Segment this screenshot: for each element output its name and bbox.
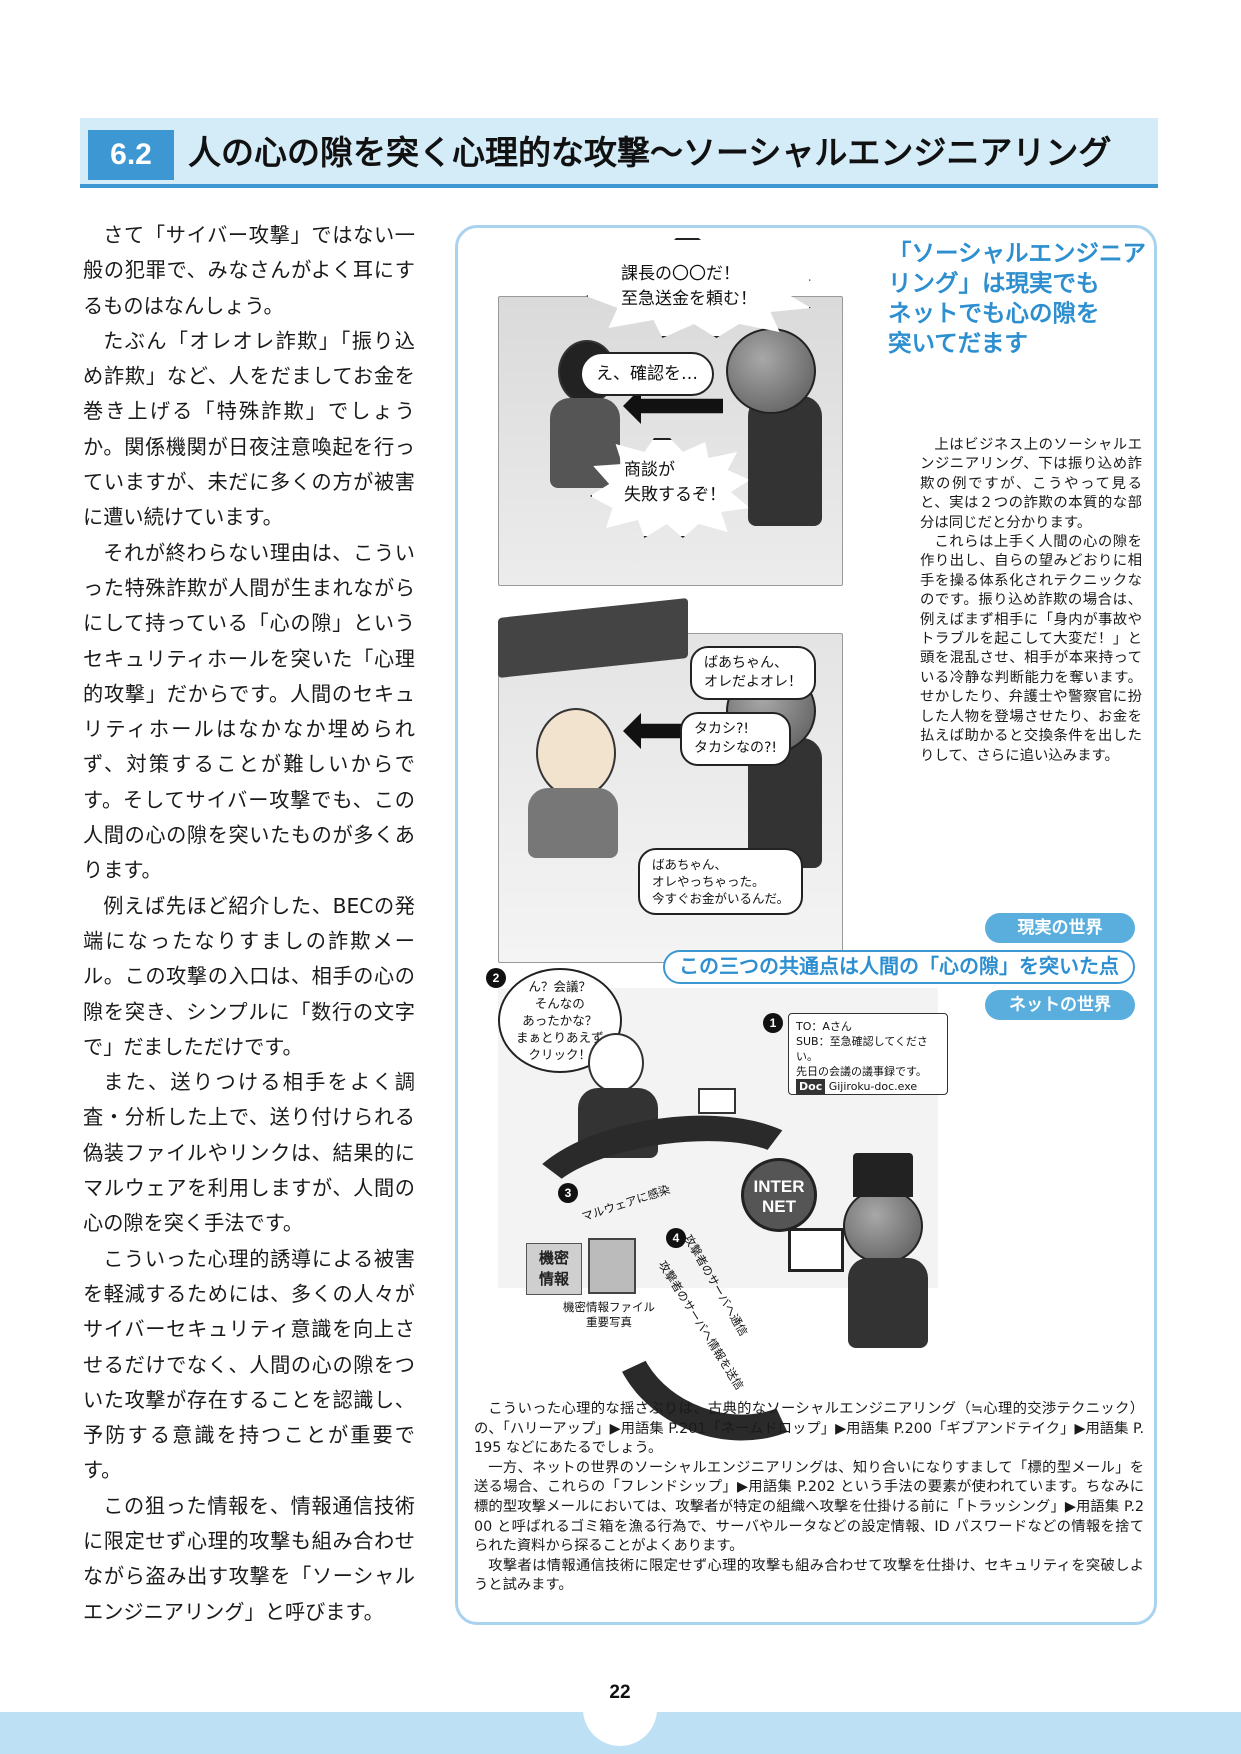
paragraph: 攻撃者は情報通信技術に限定せず心理的攻撃も組み合わせて攻撃を仕掛け、セキュリティ…	[474, 1557, 1144, 1594]
step-number: 2	[486, 968, 506, 988]
email-preview: TO：Aさん SUB：至急確認してください。 先日の会議の議事録です。 Doc …	[788, 1013, 948, 1095]
speech-bubble: え、確認を…	[580, 352, 714, 396]
speech-bubble: タカシ?! タカシなの?!	[680, 712, 792, 766]
email-icon	[698, 1088, 736, 1114]
confidential-info-label: 機密 情報	[526, 1243, 582, 1295]
employee-illustration	[588, 1033, 644, 1093]
file-caption: 機密情報ファイル 重要写真	[563, 1300, 655, 1329]
paragraph: それが終わらない理由は、こういった特殊詐欺が人間が生まれながらにして持っている「…	[83, 540, 415, 883]
side-explanation-text: 上はビジネス上のソーシャルエンジニアリング、下は振り込め詐欺の例ですが、こうやっ…	[920, 436, 1142, 766]
common-point-banner: この三つの共通点は人間の「心の隙」を突いた点	[663, 950, 1135, 984]
bottom-explanation-text: こういった心理的な揺さぶりは、古典的なソーシャルエンジニアリング（≒心理的交渉テ…	[474, 1400, 1144, 1596]
callout-heading: 「ソーシャルエンジニア リング」は現実でも ネットでも心の隙を 突いてだます	[888, 239, 1147, 357]
paragraph: また、送りつける相手をよく調査・分析した上で、送り付けられる偽装ファイルやリンク…	[83, 1070, 415, 1236]
photo-file-icon	[588, 1238, 636, 1294]
speech-bubble: ばあちゃん、 オレだよオレ！	[690, 646, 816, 700]
document-icon: Doc	[796, 1079, 826, 1094]
fraudster-suit	[748, 396, 822, 526]
speech-bubble: ばあちゃん、 オレやっちゃった。 今すぐお金がいるんだ。	[638, 848, 804, 915]
net-world-label: ネットの世界	[985, 990, 1135, 1020]
section-title: 人の心の隙を突く心理的な攻撃〜ソーシャルエンジニアリング	[188, 133, 1112, 172]
attacker-pumpkin-icon	[843, 1188, 923, 1264]
paragraph: さて「サイバー攻撃」ではない一般の犯罪で、みなさんがよく耳にするものはなんしょう…	[83, 223, 415, 318]
paragraph: こういった心理的誘導による被害を軽減するためには、多くの人々がサイバーセキュリテ…	[83, 1246, 415, 1483]
main-text-column: さて「サイバー攻撃」ではない一般の犯罪で、みなさんがよく耳にするものはなんしょう…	[83, 218, 415, 1630]
attachment-filename: Gijiroku-doc.exe	[828, 1080, 918, 1093]
page-number: 22	[609, 1682, 631, 1703]
grandmother-body	[528, 788, 618, 858]
grandmother-illustration	[536, 708, 616, 798]
step-number: 1	[763, 1013, 783, 1033]
attachment-row: Doc Gijiroku-doc.exe	[796, 1079, 940, 1094]
section-number: 6.2	[88, 130, 174, 180]
paragraph: この狙った情報を、情報通信技術に限定せず心理的攻撃も組み合わせながら盗み出す攻撃…	[83, 1493, 415, 1624]
step-number: 3	[558, 1183, 578, 1203]
paragraph: 一方、ネットの世界のソーシャルエンジニアリングは、知り合いになりすまして「標的型…	[474, 1459, 1144, 1555]
pumpkin-fraudster-icon	[726, 328, 816, 414]
paragraph: 上はビジネス上のソーシャルエンジニアリング、下は振り込め詐欺の例ですが、こうやっ…	[920, 437, 1142, 531]
top-hat-icon	[853, 1153, 913, 1197]
paragraph: 例えば先ほど紹介した、BECの発端になったなりすましの詐欺メール。この攻撃の入口…	[83, 893, 415, 1059]
illustration-panel: 課長の〇〇だ！ 至急送金を頼む！ え、確認を… 商談が 失敗するぞ！ 「ソーシャ…	[455, 225, 1157, 1625]
paragraph: たぶん「オレオレ詐欺」「振り込め詐欺」など、人をだましてお金を巻き上げる「特殊詐…	[83, 328, 415, 530]
attacker-monitor-icon	[788, 1228, 844, 1272]
attacker-body	[848, 1258, 928, 1348]
section-header: 6.2 人の心の隙を突く心理的な攻撃〜ソーシャルエンジニアリング	[80, 118, 1158, 188]
burst-text: 課長の〇〇だ！ 至急送金を頼む！	[621, 264, 757, 309]
real-world-label: 現実の世界	[985, 913, 1135, 943]
internet-globe-icon: INTER NET	[741, 1158, 817, 1232]
paragraph: こういった心理的な揺さぶりは、古典的なソーシャルエンジニアリング（≒心理的交渉テ…	[474, 1401, 1144, 1457]
burst-text: 商談が 失敗するぞ！	[624, 460, 726, 505]
paragraph: これらは上手く人間の心の隙を作り出し、自らの望みどおりに相手を操る体系化されテク…	[920, 534, 1142, 764]
